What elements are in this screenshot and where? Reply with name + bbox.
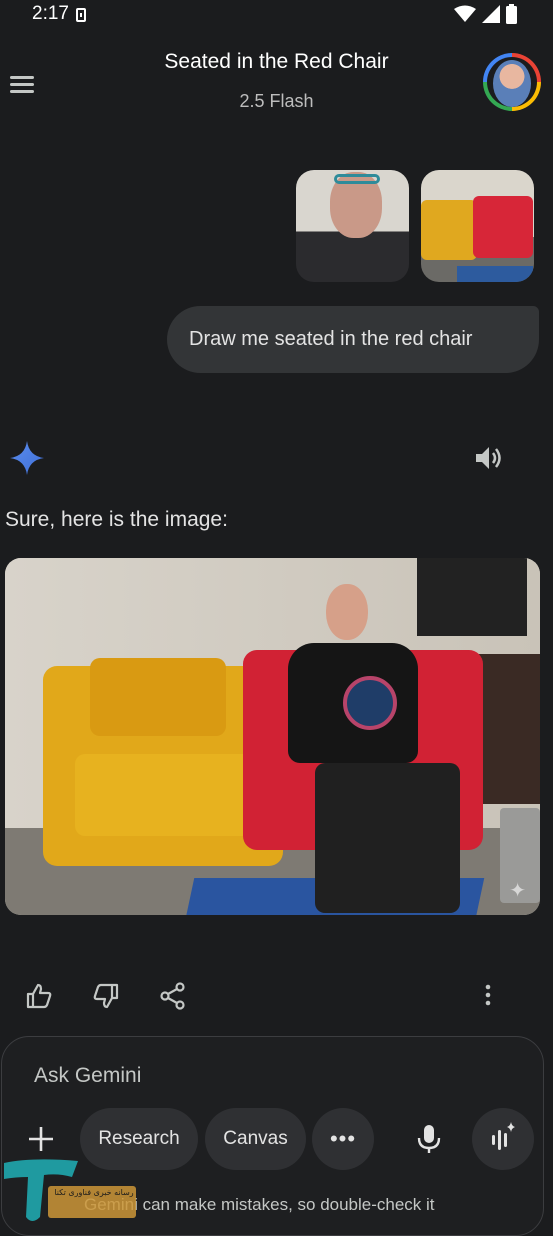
research-button[interactable]: Research (80, 1108, 198, 1170)
sim-card-icon (76, 8, 86, 22)
live-button[interactable] (472, 1108, 534, 1170)
thumbs-down-icon[interactable] (92, 982, 120, 1010)
user-message: Draw me seated in the red chair (167, 306, 539, 373)
status-icons (454, 4, 517, 24)
thumbs-up-icon[interactable] (25, 982, 53, 1010)
disclaimer: Gemini can make mistakes, so double-chec… (84, 1195, 435, 1214)
reply-text: Sure, here is the image: (5, 508, 228, 531)
plus-icon[interactable] (27, 1125, 55, 1153)
more-vert-icon[interactable] (474, 982, 502, 1010)
model-selector[interactable]: 2.5 Flash (0, 91, 553, 112)
image-spark-icon: ✦ (509, 880, 526, 902)
gemini-spark-icon (10, 441, 44, 475)
microphone-icon[interactable] (416, 1124, 442, 1154)
ask-gemini-input[interactable]: Ask Gemini (34, 1064, 141, 1088)
uploaded-image-selfie[interactable] (296, 170, 409, 282)
avatar[interactable] (483, 53, 541, 111)
more-tools-button[interactable]: ••• (312, 1108, 374, 1170)
wifi-icon (454, 5, 476, 22)
signal-icon (482, 5, 500, 23)
uploaded-image-chairs[interactable] (421, 170, 534, 282)
watermark-text: رسانه خبری فناوری تکنا (54, 1188, 134, 1197)
share-icon[interactable] (159, 982, 187, 1010)
speaker-icon[interactable] (474, 444, 504, 472)
status-time: 2:17 (32, 3, 69, 24)
canvas-button[interactable]: Canvas (205, 1108, 306, 1170)
live-waveform-icon (492, 1122, 515, 1150)
battery-icon (506, 4, 517, 24)
generated-image[interactable]: ✦ (5, 558, 540, 915)
chat-title: Seated in the Red Chair (164, 50, 389, 73)
